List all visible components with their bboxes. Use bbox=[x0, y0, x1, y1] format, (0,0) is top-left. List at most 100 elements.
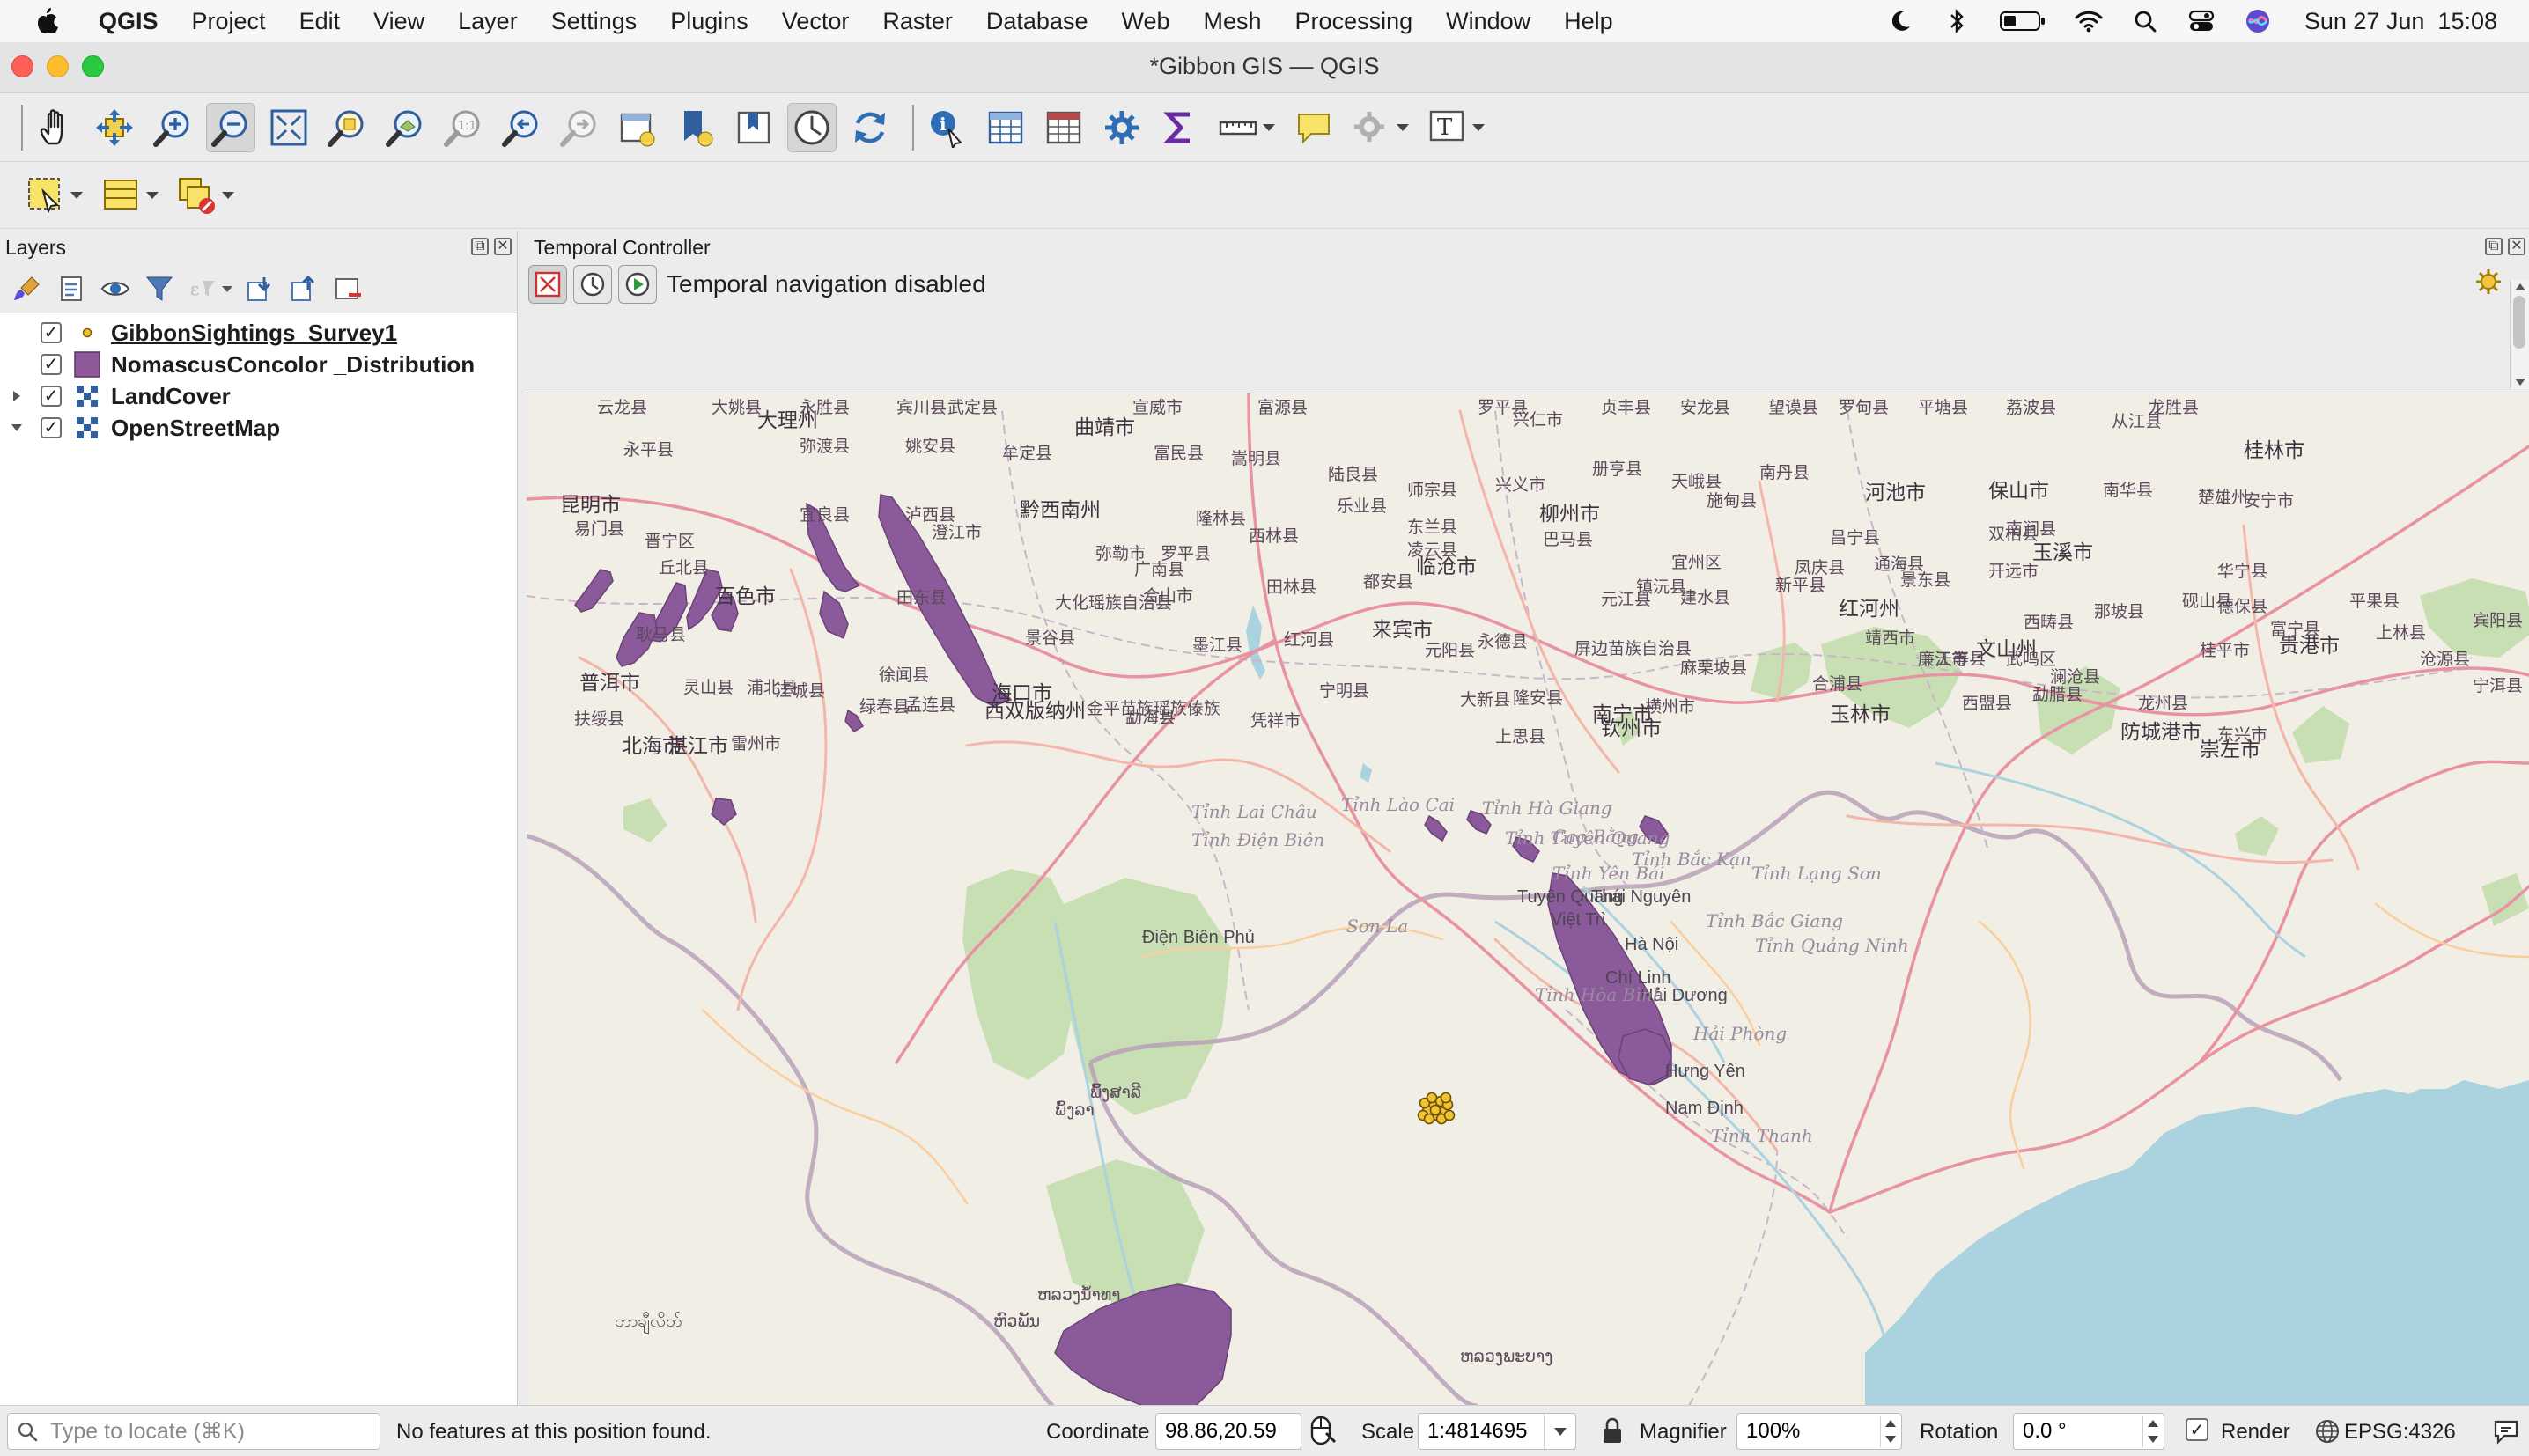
deselect-features-icon[interactable] bbox=[173, 171, 234, 220]
apple-menu-icon[interactable] bbox=[33, 6, 70, 36]
refresh-icon[interactable] bbox=[845, 103, 895, 152]
locator-search-box[interactable] bbox=[7, 1413, 380, 1450]
spotlight-search-icon[interactable] bbox=[2130, 6, 2160, 36]
collapse-all-icon[interactable] bbox=[287, 272, 321, 305]
menu-database[interactable]: Database bbox=[986, 8, 1088, 35]
magnifier-input[interactable] bbox=[1746, 1419, 1869, 1444]
distribution-polygon[interactable] bbox=[1424, 814, 1448, 842]
show-bookmarks-icon[interactable] bbox=[729, 103, 778, 152]
gibbon-sighting-points[interactable] bbox=[1417, 1092, 1456, 1125]
lock-scale-icon[interactable] bbox=[1601, 1416, 1624, 1451]
menu-mesh[interactable]: Mesh bbox=[1204, 8, 1262, 35]
menu-edit[interactable]: Edit bbox=[299, 8, 341, 35]
menu-plugins[interactable]: Plugins bbox=[670, 8, 748, 35]
zoom-full-icon[interactable] bbox=[264, 103, 313, 152]
coordinate-toggle-mouse-icon[interactable] bbox=[1307, 1416, 1337, 1453]
new-map-view-icon[interactable] bbox=[613, 103, 662, 152]
select-by-attribute-icon[interactable] bbox=[97, 171, 159, 220]
text-annotation-icon[interactable]: T bbox=[1423, 103, 1485, 152]
wifi-icon[interactable] bbox=[2074, 6, 2104, 36]
rotation-spin-arrows[interactable] bbox=[2142, 1416, 2162, 1447]
map-canvas[interactable]: 云龙县 大姚县 大理州 永胜县 宾川县 武定县 曲靖市 宣威市 富源县 罗平县 兴仁市 贞丰县 安龙县望… bbox=[527, 393, 2529, 1405]
zoom-out-icon[interactable] bbox=[206, 102, 255, 152]
measure-line-icon[interactable] bbox=[1213, 103, 1275, 152]
magnifier-spinbox[interactable] bbox=[1736, 1413, 1902, 1450]
remove-layer-icon[interactable] bbox=[331, 272, 365, 305]
new-bookmark-icon[interactable] bbox=[671, 103, 720, 152]
float-panel-icon[interactable]: ⧉ bbox=[471, 238, 489, 255]
filter-legend-icon[interactable] bbox=[143, 272, 176, 305]
close-panel-icon[interactable]: ✕ bbox=[2508, 238, 2525, 255]
temporal-settings-gear-icon[interactable] bbox=[2474, 268, 2503, 300]
attribute-table-icon[interactable] bbox=[981, 103, 1030, 152]
map-rendering[interactable]: 云龙县 大姚县大理州永胜县 宾川县 武定县曲靖市宣威市 富源县 罗平县兴仁市贞丰县 安龙县望… bbox=[527, 393, 2529, 1405]
menu-view[interactable]: View bbox=[373, 8, 424, 35]
gibbon-sighting-point[interactable] bbox=[1429, 1104, 1441, 1116]
expand-all-icon[interactable] bbox=[243, 272, 276, 305]
layer-visibility-checkbox[interactable]: ✓ bbox=[41, 354, 62, 375]
toolbar-grip[interactable] bbox=[21, 104, 23, 151]
style-panel-brush-icon[interactable] bbox=[11, 272, 44, 305]
identify-features-icon[interactable]: i bbox=[923, 103, 972, 152]
menu-bar-clock[interactable]: Sun 27 Jun 15:08 bbox=[2304, 8, 2497, 35]
temporal-controller-icon[interactable] bbox=[787, 102, 837, 152]
menu-web[interactable]: Web bbox=[1121, 8, 1169, 35]
zoom-to-layer-icon[interactable] bbox=[380, 103, 430, 152]
battery-icon[interactable] bbox=[1998, 6, 2047, 36]
field-calculator-icon[interactable] bbox=[1039, 103, 1088, 152]
manage-map-themes-icon[interactable] bbox=[99, 272, 132, 305]
animated-play-button[interactable] bbox=[618, 265, 657, 304]
menu-processing[interactable]: Processing bbox=[1295, 8, 1413, 35]
temporal-panel-scrollbar[interactable] bbox=[2510, 280, 2529, 389]
rotation-input[interactable] bbox=[2023, 1419, 2132, 1444]
layer-row-gibbon-sightings[interactable]: ✓ GibbonSightings_Survey1 bbox=[0, 317, 517, 349]
zoom-last-icon[interactable] bbox=[497, 103, 546, 152]
layer-visibility-checkbox[interactable]: ✓ bbox=[41, 417, 62, 438]
rotation-spinbox[interactable] bbox=[2013, 1413, 2164, 1450]
bluetooth-icon[interactable] bbox=[1942, 6, 1972, 36]
filter-by-expression-icon[interactable]: ε bbox=[187, 272, 232, 305]
control-center-icon[interactable] bbox=[2186, 6, 2216, 36]
layer-visibility-checkbox[interactable]: ✓ bbox=[41, 322, 62, 343]
layer-row-openstreetmap[interactable]: ✓ OpenStreetMap bbox=[0, 412, 517, 444]
app-menu-qgis[interactable]: QGIS bbox=[99, 8, 159, 35]
pan-map-icon[interactable] bbox=[32, 103, 81, 152]
zoom-next-icon[interactable] bbox=[555, 103, 604, 152]
menu-raster[interactable]: Raster bbox=[882, 8, 953, 35]
add-group-icon[interactable] bbox=[55, 272, 88, 305]
pan-to-selection-icon[interactable] bbox=[90, 103, 139, 152]
siri-icon[interactable] bbox=[2243, 6, 2273, 36]
fixed-range-clock-button[interactable] bbox=[573, 265, 612, 304]
messages-log-icon[interactable] bbox=[2492, 1418, 2520, 1451]
text-annotation-gear-icon[interactable] bbox=[1347, 103, 1409, 152]
close-panel-icon[interactable]: ✕ bbox=[494, 238, 512, 255]
menu-layer[interactable]: Layer bbox=[458, 8, 518, 35]
menu-settings[interactable]: Settings bbox=[551, 8, 638, 35]
layer-visibility-checkbox[interactable]: ✓ bbox=[41, 386, 62, 407]
crs-globe-icon[interactable] bbox=[2314, 1418, 2341, 1451]
collapse-arrow-icon[interactable] bbox=[7, 423, 26, 433]
zoom-in-icon[interactable] bbox=[148, 103, 197, 152]
scale-combobox[interactable] bbox=[1418, 1413, 1576, 1450]
zoom-to-selection-icon[interactable] bbox=[322, 103, 372, 152]
select-features-icon[interactable] bbox=[21, 171, 83, 220]
processing-toolbox-icon[interactable] bbox=[1097, 103, 1147, 152]
temporal-disabled-button[interactable] bbox=[528, 265, 567, 304]
menu-help[interactable]: Help bbox=[1564, 8, 1613, 35]
scale-input[interactable] bbox=[1427, 1419, 1542, 1444]
gibbon-sighting-point[interactable] bbox=[1426, 1092, 1438, 1104]
coordinate-input[interactable] bbox=[1165, 1419, 1301, 1444]
zoom-native-resolution-icon[interactable]: 1:1 bbox=[439, 103, 488, 152]
expand-arrow-icon[interactable] bbox=[7, 389, 26, 403]
menu-vector[interactable]: Vector bbox=[782, 8, 850, 35]
menu-window[interactable]: Window bbox=[1446, 8, 1530, 35]
layer-row-landcover[interactable]: ✓ LandCover bbox=[0, 380, 517, 412]
locator-input[interactable] bbox=[50, 1418, 367, 1445]
layer-row-nomascus-distribution[interactable]: ✓ NomascusConcolor _Distribution bbox=[0, 349, 517, 380]
render-checkbox[interactable]: ✓ bbox=[2186, 1418, 2208, 1441]
gibbon-sighting-point[interactable] bbox=[1443, 1109, 1456, 1121]
scale-dropdown-arrow-icon[interactable] bbox=[1544, 1414, 1575, 1449]
coordinate-field[interactable] bbox=[1155, 1413, 1301, 1450]
magnifier-spin-arrows[interactable] bbox=[1880, 1416, 1899, 1447]
float-panel-icon[interactable]: ⧉ bbox=[2485, 238, 2503, 255]
